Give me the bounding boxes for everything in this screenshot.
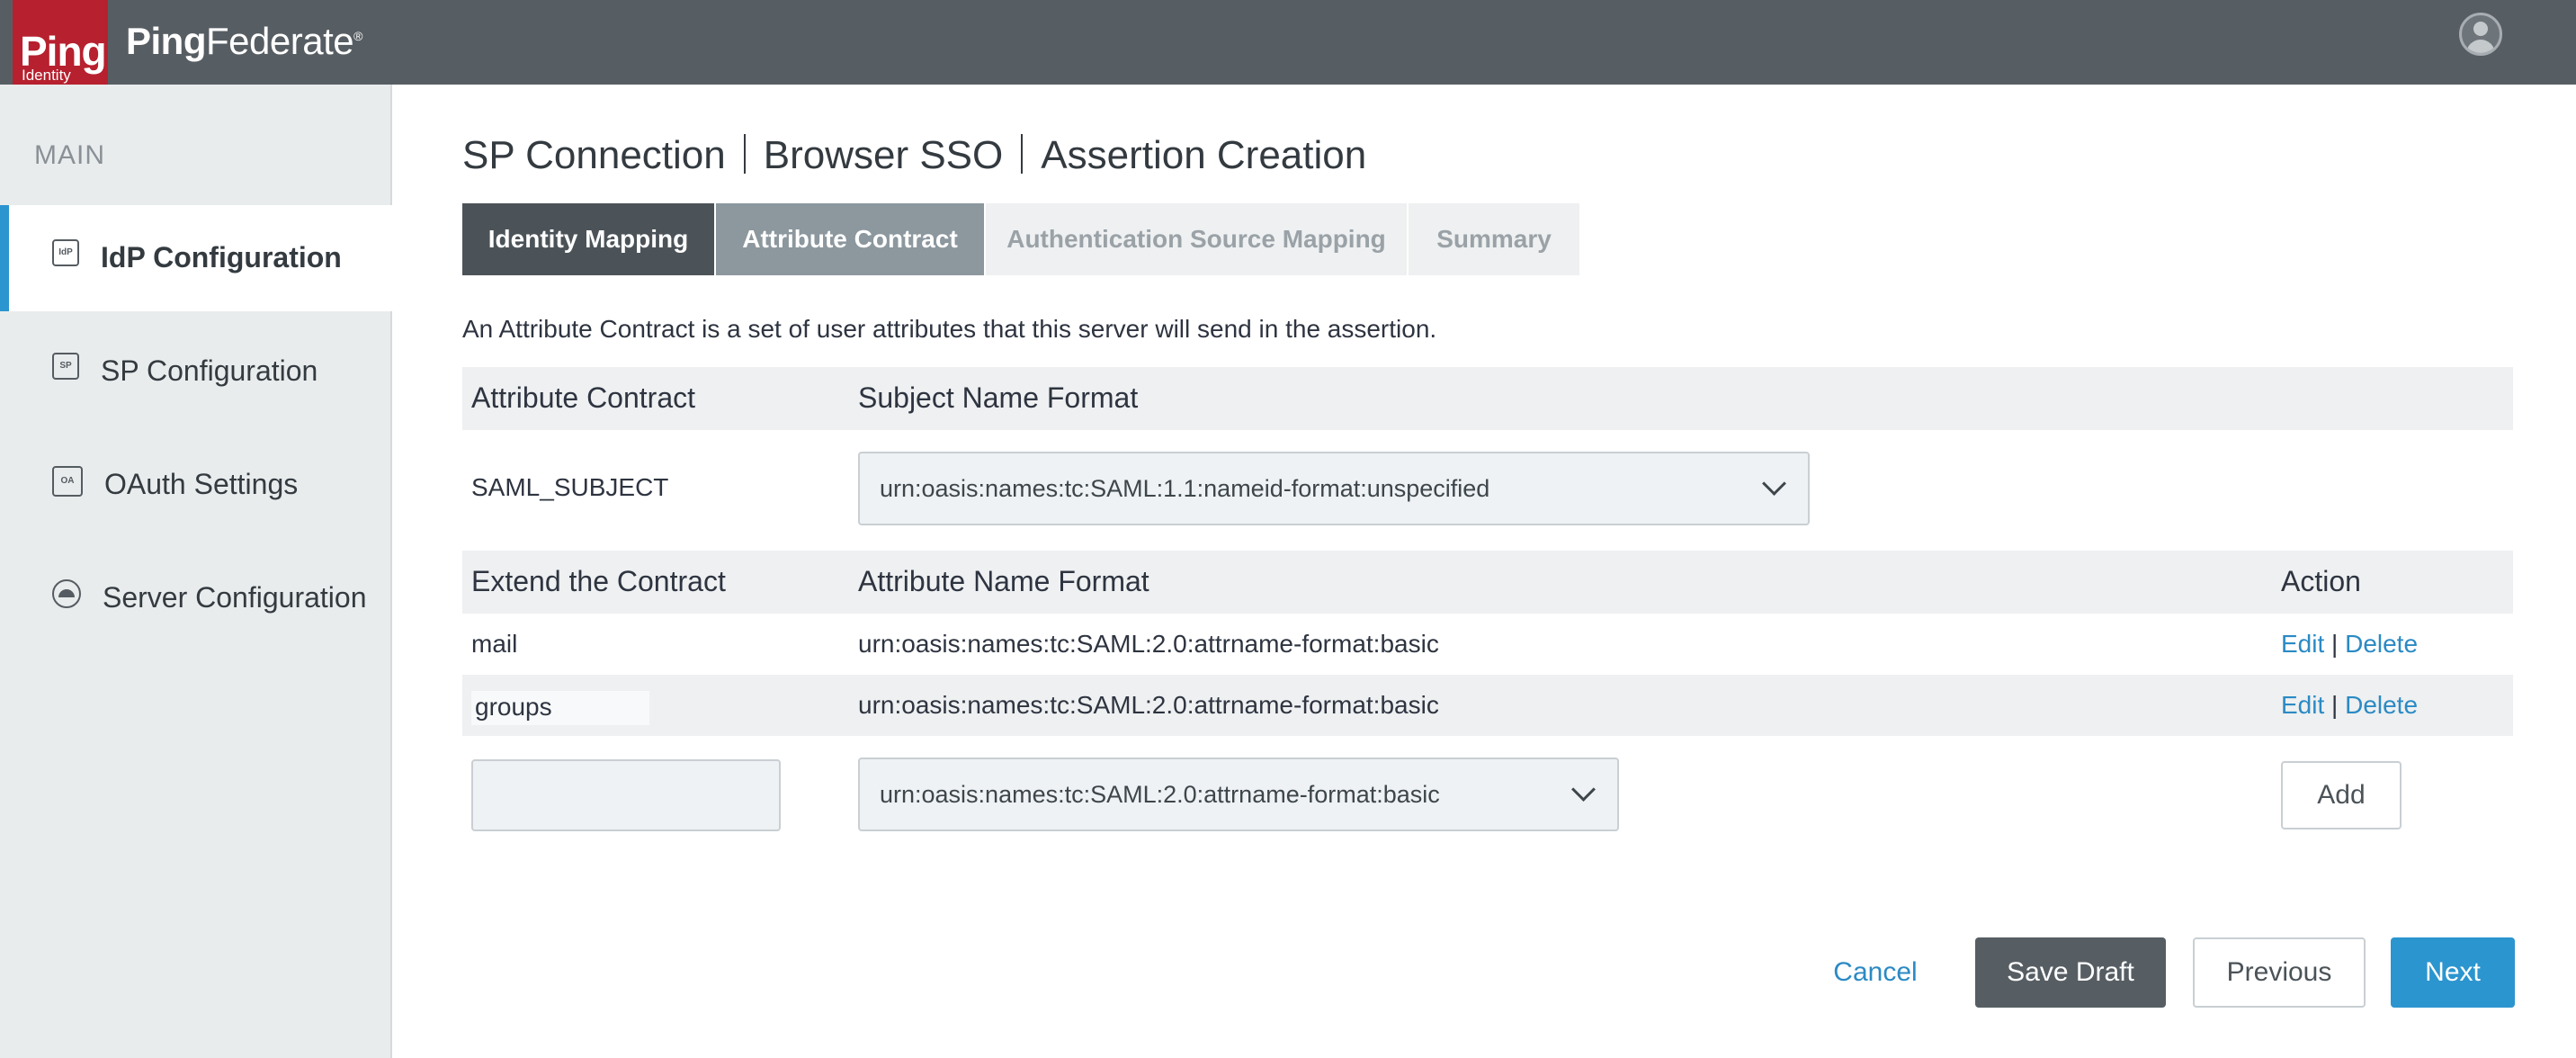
top-bar: Ping Identity PingFederate® (0, 0, 2576, 92)
server-icon (52, 579, 81, 608)
cancel-button[interactable]: Cancel (1817, 937, 1934, 1008)
column-header: Extend the Contract (471, 565, 726, 597)
delete-link[interactable]: Delete (2345, 630, 2418, 658)
intro-text: An Attribute Contract is a set of user a… (462, 315, 1437, 343)
column-header: Attribute Name Format (858, 565, 1149, 597)
column-header: Action (2281, 565, 2361, 597)
column-header: Attribute Contract (471, 381, 695, 414)
attribute-name: groups (471, 691, 649, 725)
registered-mark: ® (353, 29, 362, 43)
sidebar-item-sp-configuration[interactable]: SP SP Configuration (0, 318, 390, 425)
delete-link[interactable]: Delete (2345, 691, 2418, 719)
new-attribute-name-input[interactable] (471, 759, 781, 831)
sidebar-item-idp-configuration[interactable]: IdP IdP Configuration (0, 205, 410, 311)
sidebar-item-label: SP Configuration (101, 354, 318, 387)
saml-subject-attribute: SAML_SUBJECT (471, 473, 669, 501)
tab-authentication-source-mapping[interactable]: Authentication Source Mapping (986, 203, 1407, 275)
previous-button[interactable]: Previous (2193, 937, 2366, 1008)
sidebar-item-label: Server Configuration (103, 581, 367, 614)
add-button[interactable]: Add (2281, 761, 2402, 829)
sidebar-item-label: OAuth Settings (104, 468, 299, 500)
save-draft-button[interactable]: Save Draft (1975, 937, 2166, 1008)
sidebar-item-server-configuration[interactable]: Server Configuration (0, 545, 390, 651)
table-row (462, 675, 2513, 736)
row-actions: Edit | Delete (2281, 630, 2418, 659)
contract-table-header: Attribute Contract Subject Name Format (462, 367, 2513, 430)
edit-link[interactable]: Edit (2281, 630, 2324, 658)
product-name: PingFederate® (126, 20, 362, 63)
breadcrumb-item: Browser SSO (763, 133, 1004, 177)
chevron-down-icon (1571, 777, 1596, 802)
breadcrumb-item: Assertion Creation (1041, 133, 1367, 177)
selected-value: urn:oasis:names:tc:SAML:1.1:nameid-forma… (880, 475, 1490, 502)
breadcrumb: SP Connection Browser SSO Assertion Creati… (462, 133, 1366, 178)
selected-value: urn:oasis:names:tc:SAML:2.0:attrname-for… (880, 781, 1440, 808)
extend-table-header: Extend the Contract Attribute Name Forma… (462, 551, 2513, 614)
action-separator: | (2331, 691, 2339, 719)
logo-sub: Identity (22, 67, 71, 84)
row-actions: Edit | Delete (2281, 691, 2418, 720)
sidebar-item-oauth-settings[interactable]: OA OAuth Settings (0, 432, 390, 538)
product-name-rest: Federate (206, 20, 354, 62)
ping-identity-logo[interactable]: Ping Identity (13, 0, 108, 92)
sidebar-heading: MAIN (34, 140, 105, 170)
attribute-format: urn:oasis:names:tc:SAML:2.0:attrname-for… (858, 691, 1439, 719)
breadcrumb-item: SP Connection (462, 133, 726, 177)
attribute-name-format-select[interactable]: urn:oasis:names:tc:SAML:2.0:attrname-for… (858, 758, 1619, 831)
next-button[interactable]: Next (2391, 937, 2515, 1008)
sidebar-item-label: IdP Configuration (101, 241, 342, 273)
attribute-name: mail (471, 630, 518, 658)
subject-name-format-select[interactable]: urn:oasis:names:tc:SAML:1.1:nameid-forma… (858, 452, 1810, 525)
tab-attribute-contract[interactable]: Attribute Contract (716, 203, 984, 275)
chevron-down-icon (1762, 471, 1786, 496)
user-avatar-icon[interactable] (2459, 13, 2502, 56)
tab-summary[interactable]: Summary (1409, 203, 1579, 275)
column-header: Subject Name Format (858, 381, 1139, 414)
sp-icon: SP (52, 353, 79, 380)
breadcrumb-separator (1021, 134, 1024, 174)
idp-icon: IdP (52, 239, 79, 266)
attribute-format: urn:oasis:names:tc:SAML:2.0:attrname-for… (858, 630, 1439, 658)
breadcrumb-separator (743, 134, 746, 174)
product-name-bold: Ping (126, 20, 207, 62)
oauth-icon: OA (52, 466, 83, 497)
tab-identity-mapping[interactable]: Identity Mapping (462, 203, 714, 275)
action-separator: | (2331, 630, 2339, 658)
edit-link[interactable]: Edit (2281, 691, 2324, 719)
sidebar: MAIN IdP IdP Configuration SP SP Configu… (0, 85, 410, 1058)
